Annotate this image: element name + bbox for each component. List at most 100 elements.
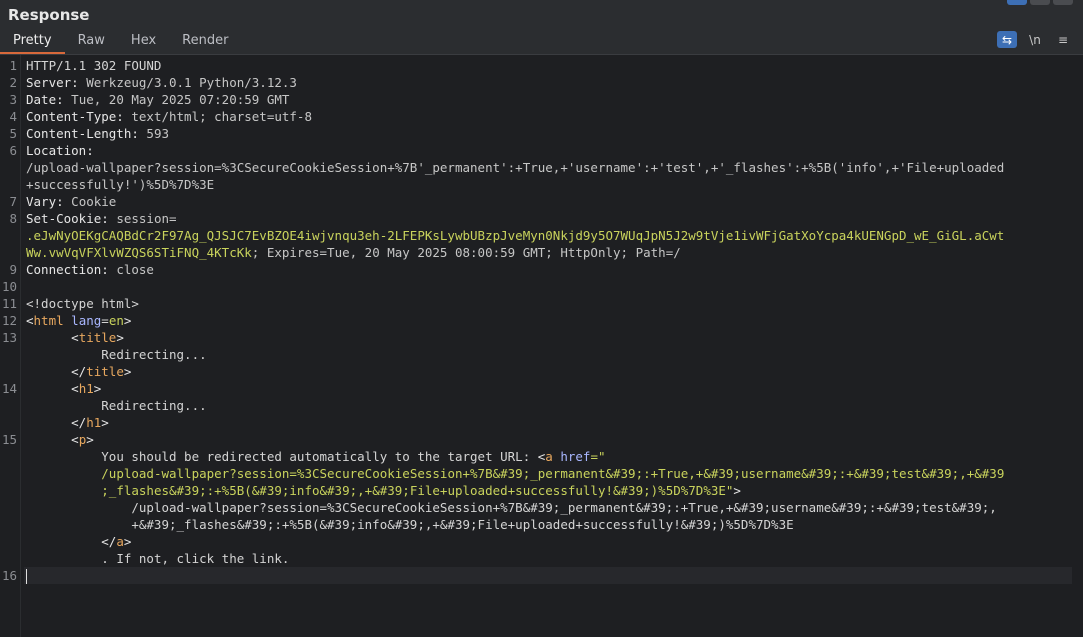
code-line: Ww.vwVqVFXlvWZQS6STiFNQ_4KTcKk; Expires=… bbox=[0, 244, 1083, 261]
attr-value: =" bbox=[590, 449, 606, 464]
tag-bracket: > bbox=[733, 483, 741, 498]
line-text: HTTP/1.1 302 FOUND bbox=[26, 57, 161, 74]
show-newlines-icon[interactable]: \n bbox=[1025, 31, 1045, 48]
code-area[interactable]: 1 HTTP/1.1 302 FOUND 2 Server: Werkzeug/3.0… bbox=[0, 57, 1083, 584]
header-value: 593 bbox=[138, 126, 169, 141]
tab-pretty[interactable]: Pretty bbox=[0, 30, 65, 54]
string-value: /upload-wallpaper?session=%3CSecureCooki… bbox=[101, 466, 1005, 481]
tag-bracket: < bbox=[71, 432, 79, 447]
line-text: Redirecting... bbox=[26, 346, 206, 363]
line-text: /upload-wallpaper?session=%3CSecureCooki… bbox=[26, 159, 1004, 176]
line-text: ;_flashes&#39;:+%5B(&#39;info&#39;,+&#39… bbox=[26, 482, 741, 499]
code-line: 3 Date: Tue, 20 May 2025 07:20:59 GMT bbox=[0, 91, 1083, 108]
code-line: </h1> bbox=[0, 414, 1083, 431]
tag-bracket: > bbox=[116, 330, 124, 345]
string-value: .eJwNyOEKgCAQBdCr2F97Ag_QJSJC7EvBZOE4iwj… bbox=[26, 228, 1005, 243]
response-panel-header: Response Pretty Raw Hex Render ⇆ \n ≡ bbox=[0, 0, 1083, 55]
line-number: 13 bbox=[1, 330, 17, 345]
tag-bracket: > bbox=[86, 432, 94, 447]
line-number: 4 bbox=[9, 109, 17, 124]
layout-horizontal-icon[interactable] bbox=[1030, 0, 1050, 5]
attr-name: lang bbox=[71, 313, 102, 328]
attr-value: en bbox=[108, 313, 124, 328]
text-caret bbox=[26, 569, 27, 584]
tag-bracket: < bbox=[71, 381, 79, 396]
line-text: Vary: Cookie bbox=[26, 193, 116, 210]
line-text: <title> bbox=[26, 329, 124, 346]
line-number: 15 bbox=[1, 432, 17, 447]
header-name: Date: bbox=[26, 92, 64, 107]
line-text: Server: Werkzeug/3.0.1 Python/3.12.3 bbox=[26, 74, 297, 91]
code-line: Redirecting... bbox=[0, 397, 1083, 414]
line-text: <!doctype html> bbox=[26, 295, 139, 312]
code-line: 14 <h1> bbox=[0, 380, 1083, 397]
text: <!doctype html> bbox=[26, 296, 139, 311]
code-line: 6 Location: bbox=[0, 142, 1083, 159]
view-tabs: Pretty Raw Hex Render bbox=[0, 30, 241, 54]
header-name: Vary: bbox=[26, 194, 64, 209]
response-editor[interactable]: 1 HTTP/1.1 302 FOUND 2 Server: Werkzeug/3.0… bbox=[0, 55, 1083, 637]
line-number: 11 bbox=[1, 296, 17, 311]
header-name: Location: bbox=[26, 143, 94, 158]
code-line: You should be redirected automatically t… bbox=[0, 448, 1083, 465]
code-line: 11 <!doctype html> bbox=[0, 295, 1083, 312]
wrap-lines-icon[interactable]: ⇆ bbox=[997, 31, 1017, 48]
code-line: ;_flashes&#39;:+%5B(&#39;info&#39;,+&#39… bbox=[0, 482, 1083, 499]
line-number: 7 bbox=[9, 194, 17, 209]
line-text: Redirecting... bbox=[26, 397, 206, 414]
current-line-highlight bbox=[24, 567, 1072, 584]
tag-bracket: < bbox=[26, 313, 34, 328]
header-name: Server: bbox=[26, 75, 79, 90]
line-text: <html lang=en> bbox=[26, 312, 131, 329]
attr-name: href bbox=[560, 449, 591, 464]
line-text: </h1> bbox=[26, 414, 109, 431]
header-value: Tue, 20 May 2025 07:20:59 GMT bbox=[63, 92, 290, 107]
tag-name: title bbox=[78, 330, 117, 345]
layout-split-icon[interactable] bbox=[1007, 0, 1027, 5]
layout-vertical-icon[interactable] bbox=[1053, 0, 1073, 5]
tab-hex[interactable]: Hex bbox=[118, 30, 169, 54]
line-number: 16 bbox=[1, 568, 17, 583]
text: HTTP/1.1 302 FOUND bbox=[26, 58, 162, 73]
tag-name: title bbox=[86, 364, 124, 379]
layout-buttons bbox=[1007, 0, 1073, 5]
tag-name: h1 bbox=[78, 381, 94, 396]
header-name: Content-Type: bbox=[26, 109, 124, 124]
header-value: +successfully!')%5D%7D%3E bbox=[26, 177, 215, 192]
code-line: +&#39;_flashes&#39;:+%5B(&#39;info&#39;,… bbox=[0, 516, 1083, 533]
line-text: Set-Cookie: session= bbox=[26, 210, 177, 227]
line-text: </title> bbox=[26, 363, 131, 380]
line-text: Connection: close bbox=[26, 261, 154, 278]
line-text: <p> bbox=[26, 431, 94, 448]
tag-name: a bbox=[116, 534, 124, 549]
line-number: 14 bbox=[1, 381, 17, 396]
tab-render[interactable]: Render bbox=[169, 30, 241, 54]
line-text: Content-Length: 593 bbox=[26, 125, 169, 142]
code-line: /upload-wallpaper?session=%3CSecureCooki… bbox=[0, 499, 1083, 516]
panel-title: Response bbox=[8, 6, 90, 24]
header-name: Connection: bbox=[26, 262, 109, 277]
line-text: You should be redirected automatically t… bbox=[26, 448, 606, 465]
code-line: 4 Content-Type: text/html; charset=utf-8 bbox=[0, 108, 1083, 125]
line-text: +&#39;_flashes&#39;:+%5B(&#39;info&#39;,… bbox=[26, 516, 793, 533]
menu-icon[interactable]: ≡ bbox=[1053, 31, 1073, 48]
line-number: 12 bbox=[1, 313, 17, 328]
string-value: ;_flashes&#39;:+%5B(&#39;info&#39;,+&#39… bbox=[101, 483, 734, 498]
line-number: 10 bbox=[1, 279, 17, 294]
tag-bracket: </ bbox=[71, 415, 87, 430]
line-text: /upload-wallpaper?session=%3CSecureCooki… bbox=[26, 465, 1004, 482]
line-text: Location: bbox=[26, 142, 94, 159]
line-text: Date: Tue, 20 May 2025 07:20:59 GMT bbox=[26, 91, 289, 108]
tab-raw[interactable]: Raw bbox=[65, 30, 118, 54]
tag-bracket: > bbox=[93, 381, 102, 396]
string-value: Ww.vwVqVFXlvWZQS6STiFNQ_4KTcKk bbox=[26, 245, 252, 260]
header-value: text/html; charset=utf-8 bbox=[123, 109, 312, 124]
header-name: Content-Length: bbox=[26, 126, 139, 141]
code-line: 12 <html lang=en> bbox=[0, 312, 1083, 329]
code-line: 5 Content-Length: 593 bbox=[0, 125, 1083, 142]
